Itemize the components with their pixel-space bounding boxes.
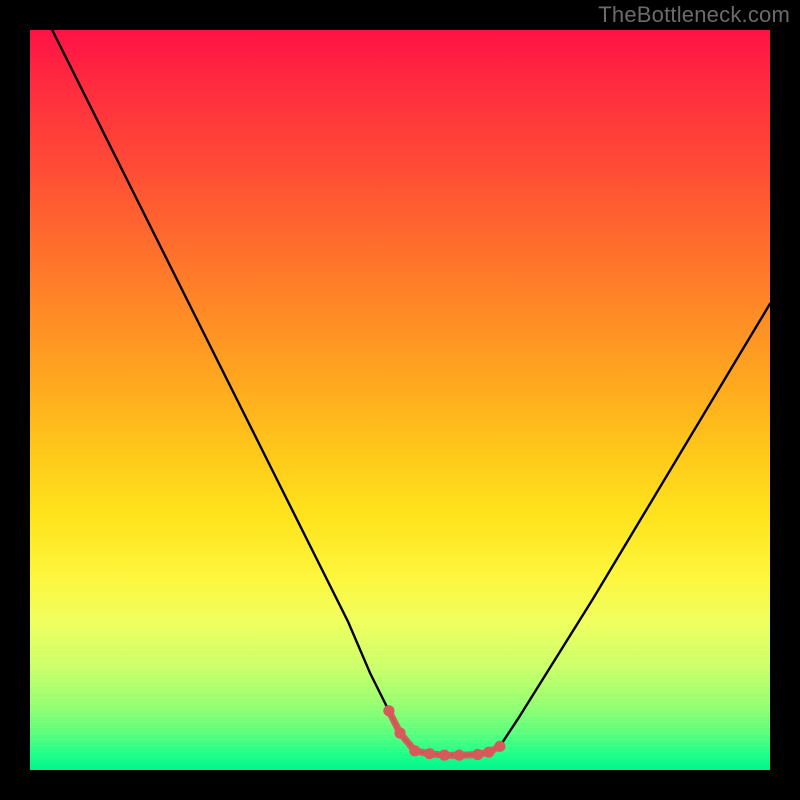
chart-frame: TheBottleneck.com <box>0 0 800 800</box>
curve-layer <box>30 30 770 770</box>
plot-area <box>30 30 770 770</box>
watermark-text: TheBottleneck.com <box>598 2 790 28</box>
bottleneck-curve <box>52 30 770 755</box>
